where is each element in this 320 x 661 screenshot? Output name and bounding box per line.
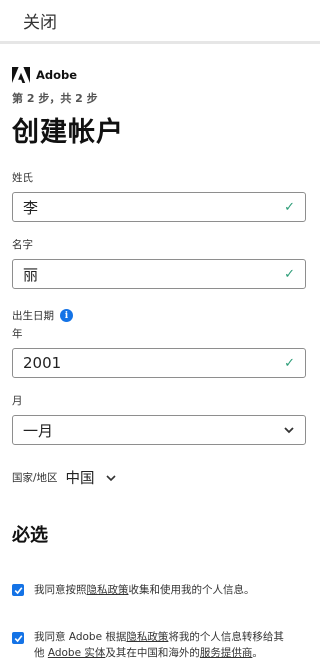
consent-text: 我同意按照隐私政策收集和使用我的个人信息。 [34,582,290,598]
consent-checkbox[interactable] [12,584,24,596]
consent-text: 我同意 Adobe 根据隐私政策将我的个人信息转移给其他 Adobe 实体及其在… [34,629,290,661]
privacy-policy-link[interactable]: 隐私政策 [87,584,129,596]
checkmark-icon [14,586,22,594]
consent-transfer: 我同意 Adobe 根据隐私政策将我的个人信息转移给其他 Adobe 实体及其在… [12,629,308,661]
step-indicator: 第 2 步，共 2 步 [12,92,98,105]
dob-label: 出生日期 [12,310,54,322]
given-name-label: 名字 [12,239,33,251]
checkmark-icon: ✓ [284,199,295,215]
chevron-down-icon[interactable] [105,472,117,484]
chevron-down-icon [284,427,294,434]
surname-field[interactable]: 李 ✓ [12,192,306,222]
surname-value: 李 [23,198,39,217]
brand-name: Adobe [36,68,78,82]
region-value[interactable]: 中国 [66,467,95,488]
surname-label: 姓氏 [12,172,33,184]
consent-privacy: 我同意按照隐私政策收集和使用我的个人信息。 [12,582,308,598]
consent-checkbox[interactable] [12,632,24,644]
checkmark-icon [14,634,22,642]
year-label: 年 [12,328,23,340]
year-value: 2001 [23,354,62,372]
month-select[interactable]: 一月 [12,415,306,445]
info-icon[interactable]: i [60,309,73,322]
adobe-entities-link[interactable]: Adobe 实体 [48,647,106,659]
month-value: 一月 [23,421,54,440]
consent-text-part: 。 [252,647,263,659]
top-bar: 关闭 [0,0,320,44]
checkmark-icon: ✓ [284,266,295,282]
given-name-field[interactable]: 丽 ✓ [12,259,306,289]
dob-label-row: 出生日期 i [12,308,308,323]
month-label: 月 [12,395,23,407]
checkmark-icon: ✓ [284,355,295,371]
year-field[interactable]: 2001 ✓ [12,348,306,378]
service-providers-link[interactable]: 服务提供商 [200,647,253,659]
consent-text-part: 及其在中国和海外的 [105,647,200,659]
signup-form: Adobe 第 2 步，共 2 步 创建帐户 姓氏 李 ✓ 名字 丽 ✓ 出生日… [0,67,320,661]
adobe-logo-icon [12,67,30,83]
region-label: 国家/地区 [12,472,58,484]
given-name-value: 丽 [23,265,39,284]
consent-text-part: 我同意 Adobe 根据 [34,631,127,643]
page-title: 创建帐户 [12,117,124,148]
close-button[interactable]: 关闭 [23,8,57,33]
brand: Adobe [12,67,308,83]
consent-text-part: 收集和使用我的个人信息。 [128,584,255,596]
consent-text-part: 我同意按照 [34,584,87,596]
required-section-title: 必选 [12,525,48,546]
privacy-policy-link[interactable]: 隐私政策 [126,631,168,643]
region-selector[interactable]: 国家/地区 中国 [12,467,308,488]
